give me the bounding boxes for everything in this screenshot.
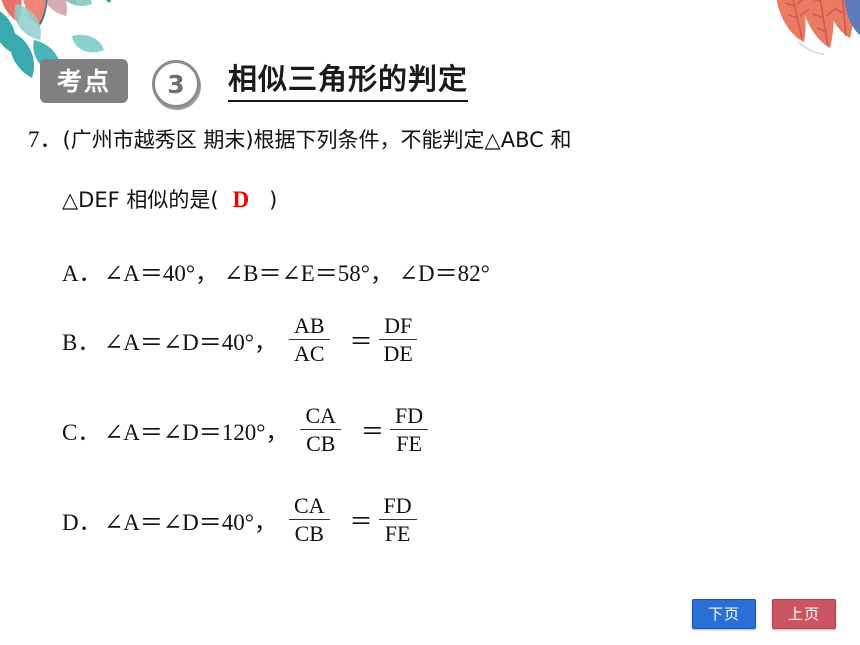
- option-b-proportion: AB AC ＝ DF DE: [287, 314, 420, 366]
- option-d-condition: ∠A＝∠D＝40°: [104, 509, 254, 535]
- option-a[interactable]: A． ∠A＝40°， ∠B＝∠E＝58°， ∠D＝82°: [62, 254, 490, 288]
- option-c-equals: ＝: [361, 418, 385, 444]
- option-b-label: B．: [62, 329, 101, 355]
- question-source: (广州市越秀区 期末): [62, 128, 254, 152]
- section-number-circle: 3: [152, 60, 200, 108]
- option-b-right-denominator: DE: [383, 340, 413, 366]
- option-c-left-numerator: CA: [300, 404, 342, 430]
- navigation-bar: 下页 上页: [692, 599, 836, 629]
- question-line-2: △DEF 相似的是( D): [62, 186, 277, 214]
- question-stem-cont: △DEF 相似的是(: [62, 188, 219, 212]
- option-b[interactable]: B． ∠A＝∠D＝40° ， AB AC ＝ DF DE: [62, 314, 420, 366]
- slide-header: 考点 3 相似三角形的判定: [0, 55, 860, 113]
- option-b-left-fraction: AB AC: [288, 314, 330, 366]
- option-c-condition: ∠A＝∠D＝120°: [104, 419, 266, 445]
- option-c-proportion: CA CB ＝ FD FE: [298, 404, 430, 456]
- option-c-label: C．: [62, 419, 101, 445]
- option-a-condition: ∠A＝40°， ∠B＝∠E＝58°， ∠D＝82°: [104, 261, 490, 286]
- option-d[interactable]: D． ∠A＝∠D＝40° ， CA CB ＝ FD FE: [62, 494, 419, 546]
- option-c-right-denominator: FE: [396, 430, 422, 456]
- exam-point-badge: 考点: [40, 59, 128, 103]
- option-b-comma: ，: [253, 329, 277, 355]
- page-title: 相似三角形的判定: [228, 61, 469, 103]
- option-d-right-numerator: FD: [378, 494, 417, 520]
- option-d-left-denominator: CB: [294, 520, 324, 546]
- question-stem: 根据下列条件，不能判定△ABC 和: [253, 128, 572, 152]
- prev-page-button[interactable]: 上页: [772, 599, 836, 629]
- option-d-left-fraction: CA CB: [288, 494, 330, 546]
- option-b-right-numerator: DF: [379, 314, 418, 340]
- option-d-comma: ，: [253, 509, 277, 535]
- option-c-right-numerator: FD: [390, 404, 429, 430]
- option-b-equals: ＝: [349, 328, 373, 354]
- question-paren-close: ): [269, 188, 278, 212]
- option-d-equals: ＝: [349, 508, 373, 534]
- option-a-label: A．: [62, 261, 102, 286]
- option-d-label: D．: [62, 509, 102, 535]
- option-c-left-fraction: CA CB: [300, 404, 342, 456]
- option-c-right-fraction: FD FE: [390, 404, 429, 456]
- option-d-right-fraction: FD FE: [378, 494, 417, 546]
- question-number: 7．: [28, 127, 63, 152]
- option-b-condition: ∠A＝∠D＝40°: [104, 329, 254, 355]
- option-b-right-fraction: DF DE: [379, 314, 418, 366]
- option-c-left-denominator: CB: [306, 430, 336, 456]
- option-b-left-denominator: AC: [293, 340, 325, 366]
- answer-value: D: [232, 187, 250, 212]
- question-line-1: 7．(广州市越秀区 期末)根据下列条件，不能判定△ABC 和: [28, 126, 571, 154]
- option-d-left-numerator: CA: [288, 494, 330, 520]
- next-page-button[interactable]: 下页: [692, 599, 756, 629]
- option-d-right-denominator: FE: [384, 520, 411, 546]
- option-c-comma: ，: [265, 419, 289, 445]
- option-b-left-numerator: AB: [288, 314, 330, 340]
- option-c[interactable]: C． ∠A＝∠D＝120° ， CA CB ＝ FD FE: [62, 404, 430, 456]
- option-d-proportion: CA CB ＝ FD FE: [287, 494, 419, 546]
